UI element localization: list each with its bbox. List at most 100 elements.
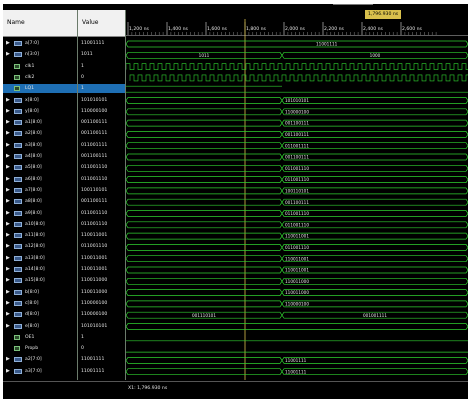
signal-row[interactable]: ▶ d[8:0] — [3, 310, 77, 319]
waveform-canvas[interactable]: 1,200 ns 1,400 ns 1,600 ns 1,800 ns 2,000 ns… — [126, 10, 468, 380]
signal-value-cell[interactable]: 101010101 — [78, 322, 125, 331]
expand-arrow-icon[interactable]: ▶ — [6, 186, 12, 195]
expand-arrow-icon[interactable]: ▶ — [6, 231, 12, 240]
signal-row[interactable]: ▶ a7[8:0] — [3, 186, 77, 195]
signal-row[interactable]: ▶ a3[7:0] — [3, 367, 77, 376]
signal-row[interactable]: ▶ a10[8:0] — [3, 220, 77, 229]
bus-value-label: 001001111 — [363, 313, 387, 318]
signal-row[interactable]: ▶ n[3:0] — [3, 50, 77, 59]
signal-row[interactable]: ▶ y[8:0] — [3, 107, 77, 116]
signal-value-cell[interactable]: 001100111 — [78, 152, 125, 161]
expand-arrow-icon[interactable]: ▶ — [6, 152, 12, 161]
name-column-header[interactable]: Name — [3, 10, 77, 37]
expand-arrow-icon[interactable]: ▶ — [6, 276, 12, 285]
signal-name: a15[8:0] — [25, 278, 45, 284]
signal-value-cell[interactable]: 1011 — [78, 50, 125, 59]
expand-arrow-icon[interactable]: ▶ — [6, 175, 12, 184]
expand-arrow-icon[interactable]: ▶ — [6, 310, 12, 319]
signal-value-cell[interactable]: 011001110 — [78, 220, 125, 229]
expand-arrow-icon[interactable]: ▶ — [6, 355, 12, 364]
signal-value-cell[interactable]: 011001110 — [78, 175, 125, 184]
expand-arrow-icon[interactable]: ▶ — [6, 96, 12, 105]
signal-value-cell[interactable]: 110011001 — [78, 254, 125, 263]
signal-row[interactable]: ▶ a14[8:0] — [3, 265, 77, 274]
signal-value: 0 — [81, 74, 84, 80]
ruler-tick-label: 2,400 ns — [363, 26, 384, 32]
signal-row[interactable]: clk1 — [3, 62, 77, 71]
expand-arrow-icon[interactable]: ▶ — [6, 209, 12, 218]
signal-value-cell[interactable]: 11001111 — [78, 39, 125, 48]
signal-row[interactable]: ▶ a2[8:0] — [3, 129, 77, 138]
signal-value-cell[interactable]: 011001111 — [78, 141, 125, 150]
signal-value-cell[interactable]: 1 — [78, 333, 125, 342]
signal-value-cell[interactable]: 001100111 — [78, 129, 125, 138]
signal-value-cell[interactable]: 110011001 — [78, 265, 125, 274]
signal-value-cell[interactable]: 1 — [78, 62, 125, 71]
expand-arrow-icon[interactable]: ▶ — [6, 254, 12, 263]
signal-value-cell[interactable]: 110000100 — [78, 310, 125, 319]
signal-value-cell[interactable]: 110011000 — [78, 276, 125, 285]
expand-arrow-icon[interactable]: ▶ — [6, 118, 12, 127]
signal-row[interactable]: ▶ a6[8:0] — [3, 175, 77, 184]
expand-arrow-icon[interactable]: ▶ — [6, 265, 12, 274]
signal-value-cell[interactable]: 011001110 — [78, 209, 125, 218]
expand-arrow-icon[interactable]: ▶ — [6, 220, 12, 229]
value-column-header[interactable]: Value — [78, 10, 125, 37]
signal-value-cell[interactable]: 011001110 — [78, 163, 125, 172]
signal-name: a[7:0] — [25, 41, 39, 46]
signal-value: 110000100 — [81, 108, 108, 114]
signal-row[interactable]: ▶ a9[8:0] — [3, 209, 77, 218]
signal-value: 110000100 — [81, 312, 108, 318]
signal-row[interactable]: clk2 — [3, 73, 77, 82]
signal-value-cell[interactable]: 1 — [78, 84, 125, 94]
expand-arrow-icon[interactable]: ▶ — [6, 322, 12, 331]
expand-arrow-icon[interactable]: ▶ — [6, 129, 12, 138]
signal-row[interactable]: ▶ a1[8:0] — [3, 118, 77, 127]
signal-value-cell[interactable]: 110000100 — [78, 299, 125, 308]
signal-row[interactable]: ▶ a12[8:0] — [3, 242, 77, 251]
signal-value-cell[interactable]: 11001111 — [78, 355, 125, 364]
signal-row[interactable]: ▶ a[7:0] — [3, 39, 77, 48]
expand-arrow-icon[interactable]: ▶ — [6, 367, 12, 376]
signal-row[interactable]: ▶ a2[7:0] — [3, 355, 77, 364]
signal-value-cell[interactable]: 110000100 — [78, 107, 125, 116]
expand-arrow-icon[interactable]: ▶ — [6, 39, 12, 48]
expand-arrow-icon[interactable]: ▶ — [6, 50, 12, 59]
signal-value: 110011000 — [81, 289, 108, 295]
signal-value-cell[interactable]: 110011001 — [78, 231, 125, 240]
signal-row[interactable]: ▶ a8[8:0] — [3, 197, 77, 206]
signal-value-cell[interactable]: 11001111 — [78, 367, 125, 376]
expand-arrow-icon[interactable]: ▶ — [6, 107, 12, 116]
signal-row[interactable]: ▶ c[8:0] — [3, 299, 77, 308]
signal-row[interactable]: ▶ a15[8:0] — [3, 276, 77, 285]
signal-row[interactable]: OE1 — [3, 333, 77, 342]
signal-row[interactable]: ▶ a4[8:0] — [3, 152, 77, 161]
expand-arrow-icon[interactable]: ▶ — [6, 141, 12, 150]
expand-arrow-icon[interactable]: ▶ — [6, 288, 12, 297]
signal-value-cell[interactable]: 011001110 — [78, 242, 125, 251]
signal-value-cell[interactable]: 0 — [78, 344, 125, 353]
signal-value-cell[interactable]: 0 — [78, 73, 125, 82]
expand-arrow-icon[interactable]: ▶ — [6, 163, 12, 172]
signal-row[interactable]: ▶ x[8:0] — [3, 96, 77, 105]
signal-row[interactable]: Propb — [3, 344, 77, 353]
signal-row[interactable]: ▶ a5[8:0] — [3, 163, 77, 172]
waveform-area[interactable]: 1,200 ns 1,400 ns 1,600 ns 1,800 ns 2,000 ns… — [126, 10, 468, 380]
signal-value-cell[interactable]: 110011000 — [78, 288, 125, 297]
signal-name: x[8:0] — [25, 97, 39, 103]
bus-value-label: 110011001 — [285, 256, 309, 261]
signal-value-cell[interactable]: 100110101 — [78, 186, 125, 195]
expand-arrow-icon[interactable]: ▶ — [6, 299, 12, 308]
signal-row[interactable]: LQ1 — [3, 84, 77, 94]
expand-arrow-icon[interactable]: ▶ — [6, 197, 12, 206]
expand-arrow-icon[interactable]: ▶ — [6, 242, 12, 251]
signal-row[interactable]: ▶ a13[8:0] — [3, 254, 77, 263]
signal-row[interactable]: ▶ b[8:0] — [3, 288, 77, 297]
signal-value-cell[interactable]: 001100111 — [78, 118, 125, 127]
cursor-time-label[interactable]: 1,796.930 ns — [365, 10, 402, 19]
signal-value-cell[interactable]: 101010101 — [78, 96, 125, 105]
signal-row[interactable]: ▶ e[8:0] — [3, 322, 77, 331]
signal-row[interactable]: ▶ a3[8:0] — [3, 141, 77, 150]
signal-row[interactable]: ▶ a11[8:0] — [3, 231, 77, 240]
signal-value-cell[interactable]: 001100111 — [78, 197, 125, 206]
